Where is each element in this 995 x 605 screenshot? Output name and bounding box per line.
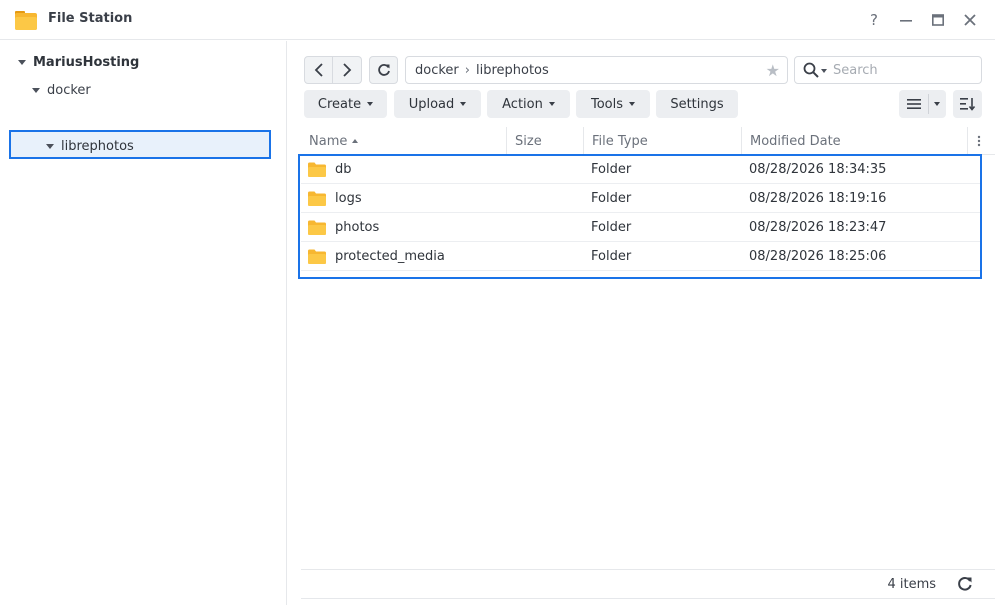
minimize-icon[interactable]: [895, 9, 917, 31]
column-header-file-type[interactable]: File Type: [584, 127, 741, 155]
search-input[interactable]: [833, 60, 973, 80]
refresh-icon: [377, 64, 390, 76]
caret-down-icon[interactable]: [46, 143, 54, 149]
settings-button-label: Settings: [670, 96, 724, 112]
column-header-size[interactable]: Size: [507, 127, 583, 155]
view-mode-button[interactable]: [899, 90, 946, 118]
star-icon[interactable]: ★: [766, 61, 780, 80]
breadcrumb-separator-icon: ›: [464, 62, 470, 78]
file-name: db: [335, 162, 352, 177]
caret-down-icon[interactable]: [32, 87, 40, 93]
chevron-right-icon: [343, 63, 352, 77]
column-header-name[interactable]: Name: [301, 127, 506, 155]
forward-button[interactable]: [333, 56, 362, 84]
path-segment-docker[interactable]: docker: [415, 63, 459, 78]
file-name: protected_media: [335, 249, 445, 264]
search-box[interactable]: [794, 56, 982, 84]
refresh-icon[interactable]: [957, 576, 973, 592]
list-view-icon: [907, 99, 921, 109]
folder-icon: [308, 184, 326, 213]
modified-date: 08/28/2026 18:19:16: [749, 191, 887, 206]
tree-item-root[interactable]: MariusHosting: [18, 50, 139, 74]
file-type: Folder: [591, 162, 632, 177]
path-bar[interactable]: docker › librephotos ★: [405, 56, 788, 84]
title-bar: File Station ?: [0, 0, 995, 40]
view-divider: [928, 94, 929, 114]
back-button[interactable]: [304, 56, 333, 84]
tree-item-librephotos[interactable]: librephotos: [46, 134, 134, 158]
caret-down-icon: [367, 102, 374, 106]
window-title: File Station: [48, 11, 133, 26]
file-name: photos: [335, 220, 380, 235]
column-divider[interactable]: [967, 127, 968, 155]
modified-date: 08/28/2026 18:23:47: [749, 220, 887, 235]
upload-button[interactable]: Upload: [394, 90, 481, 118]
tools-button[interactable]: Tools: [576, 90, 650, 118]
sort-ascending-icon: [352, 139, 359, 143]
tree-item-label: librephotos: [61, 138, 134, 154]
file-type: Folder: [591, 249, 632, 264]
path-segment-librephotos[interactable]: librephotos: [476, 63, 549, 78]
table-row[interactable]: protected_media Folder 08/28/2026 18:25:…: [301, 242, 981, 271]
more-columns-icon[interactable]: [969, 127, 989, 155]
help-icon[interactable]: ?: [863, 9, 885, 31]
folder-icon: [308, 155, 326, 184]
table-row[interactable]: db Folder 08/28/2026 18:34:35: [301, 155, 981, 184]
sidebar-tree: MariusHosting docker librephotos: [0, 41, 287, 605]
settings-button[interactable]: Settings: [656, 90, 738, 118]
item-count: 4 items: [887, 577, 936, 592]
search-icon[interactable]: [803, 62, 819, 78]
file-type: Folder: [591, 220, 632, 235]
caret-down-icon: [548, 102, 555, 106]
tree-item-label: MariusHosting: [33, 54, 140, 70]
modified-date: 08/28/2026 18:34:35: [749, 162, 887, 177]
table-header: Name Size File Type Modified Date: [301, 127, 995, 155]
modified-date: 08/28/2026 18:25:06: [749, 249, 887, 264]
table-row[interactable]: logs Folder 08/28/2026 18:19:16: [301, 184, 981, 213]
caret-down-icon: [629, 102, 636, 106]
sort-button[interactable]: [953, 90, 982, 118]
sort-icon: [959, 98, 975, 111]
status-bar: 4 items: [301, 569, 995, 599]
action-button-label: Action: [502, 96, 543, 112]
create-button[interactable]: Create: [304, 90, 387, 118]
table-row[interactable]: photos Folder 08/28/2026 18:23:47: [301, 213, 981, 242]
search-options-caret-icon[interactable]: [821, 69, 827, 73]
tree-item-label: docker: [47, 82, 91, 98]
file-type: Folder: [591, 191, 632, 206]
tree-item-docker[interactable]: docker: [32, 78, 91, 102]
column-header-modified-date[interactable]: Modified Date: [742, 127, 967, 155]
action-button[interactable]: Action: [487, 90, 570, 118]
maximize-icon[interactable]: [927, 9, 949, 31]
folder-icon: [308, 242, 326, 271]
tools-button-label: Tools: [590, 96, 624, 112]
refresh-button[interactable]: [369, 56, 398, 84]
close-icon[interactable]: [959, 9, 981, 31]
column-header-label: Name: [309, 133, 348, 149]
caret-down-icon[interactable]: [934, 102, 940, 106]
caret-down-icon: [460, 102, 467, 106]
caret-down-icon[interactable]: [18, 59, 26, 65]
file-station-icon: [15, 11, 37, 30]
create-button-label: Create: [317, 96, 362, 112]
file-name: logs: [335, 191, 362, 206]
upload-button-label: Upload: [408, 96, 455, 112]
folder-icon: [308, 213, 326, 242]
chevron-left-icon: [314, 63, 323, 77]
